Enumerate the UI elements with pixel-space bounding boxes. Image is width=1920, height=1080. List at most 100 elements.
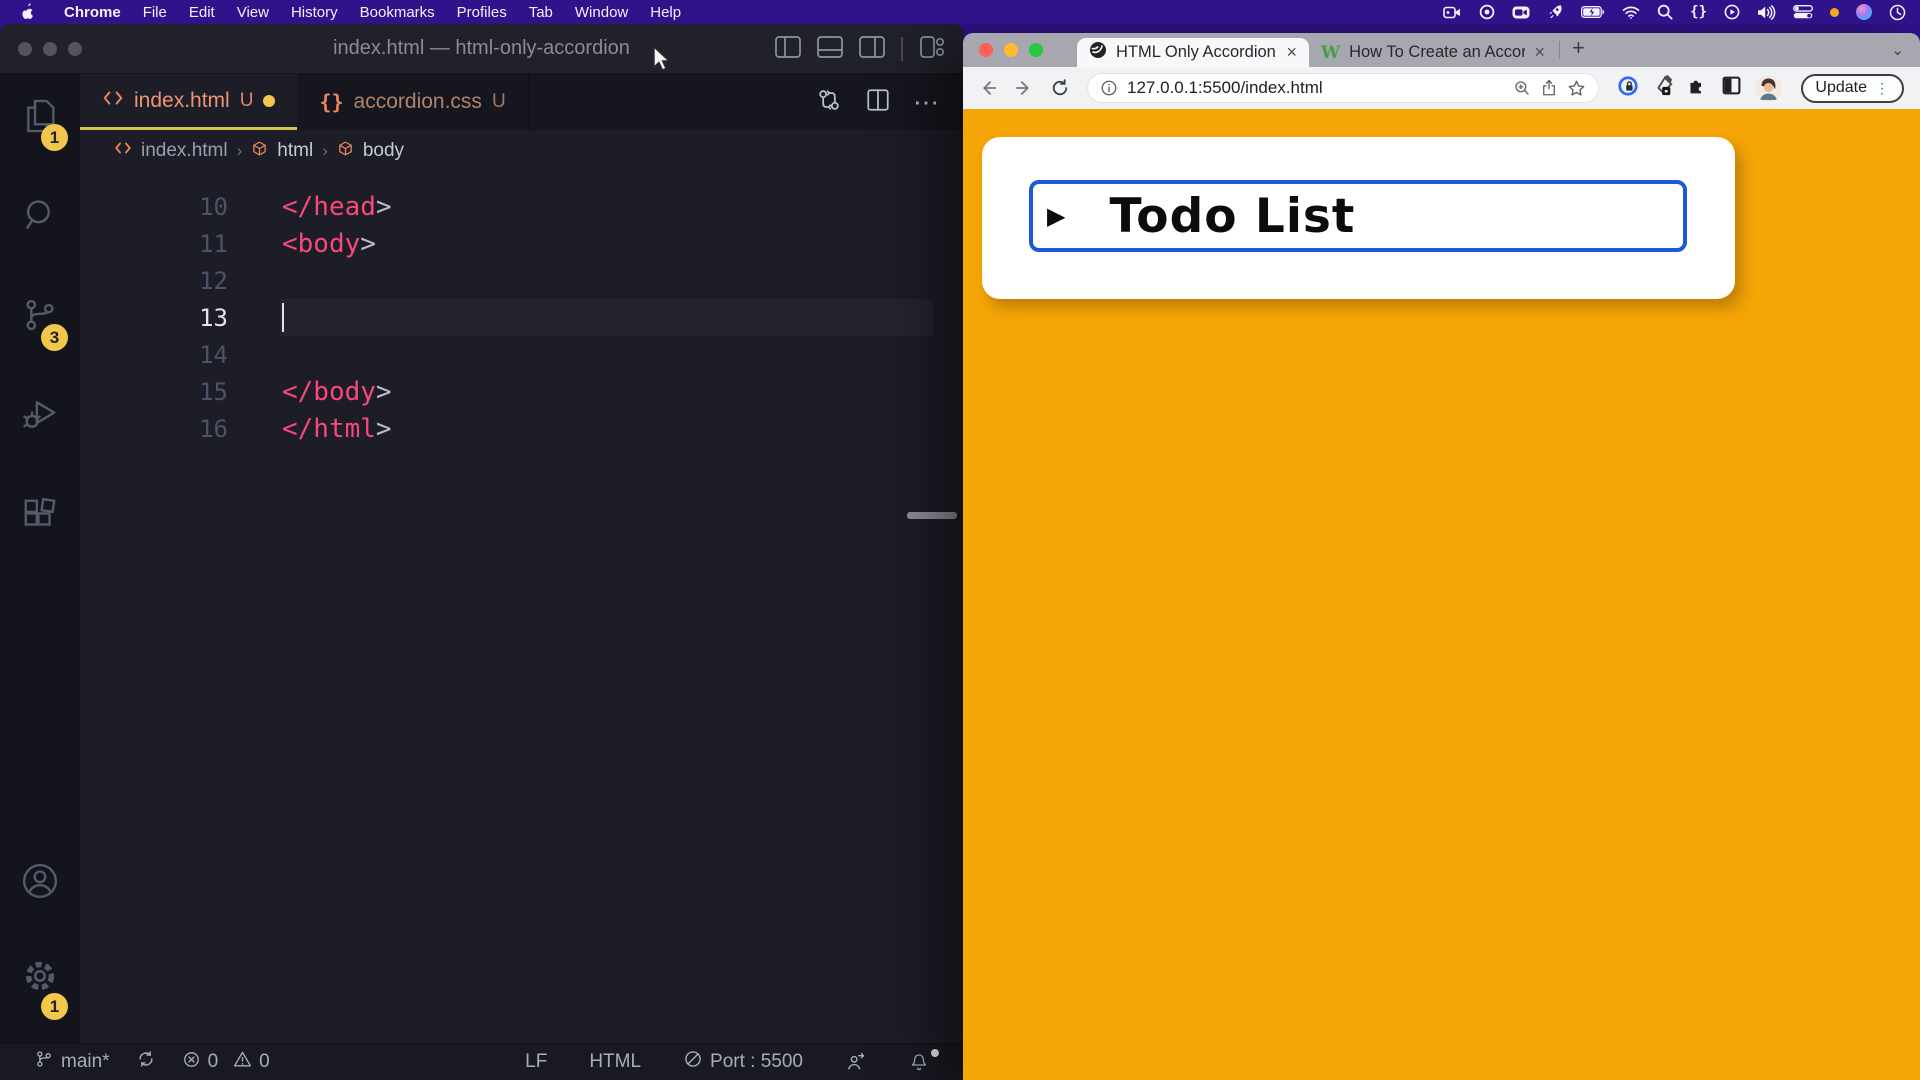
sash-handle[interactable] — [907, 512, 957, 519]
menu-chrome[interactable]: Chrome — [53, 4, 132, 21]
eol-indicator[interactable]: LF — [517, 1051, 555, 1073]
close-tab-icon[interactable]: × — [1534, 42, 1545, 63]
profile-avatar[interactable] — [1755, 75, 1782, 102]
dark-reader-icon[interactable] — [1721, 75, 1742, 101]
new-tab-button[interactable]: + — [1572, 35, 1585, 61]
toggle-secondary-sidebar-icon[interactable] — [859, 35, 885, 64]
braces-menu-icon[interactable]: {} — [1690, 4, 1707, 20]
extensions-puzzle-icon[interactable] — [1687, 75, 1708, 101]
unsaved-dot[interactable] — [263, 95, 275, 107]
vscode-titlebar[interactable]: index.html — html-only-accordion — [0, 24, 963, 74]
page-favicon — [1089, 41, 1107, 64]
accordion-title[interactable]: Todo List — [1109, 189, 1355, 244]
language-mode[interactable]: HTML — [581, 1051, 649, 1073]
notifications-bell-icon[interactable] — [901, 1052, 937, 1073]
play-circle-icon[interactable] — [1724, 4, 1740, 20]
menu-profiles[interactable]: Profiles — [446, 4, 518, 21]
settings-gear-icon[interactable]: 1 — [0, 957, 80, 1043]
breadcrumb-file[interactable]: index.html — [141, 140, 228, 162]
live-server-port[interactable]: Port : 5500 — [675, 1049, 811, 1075]
split-editor-icon[interactable] — [865, 87, 891, 118]
symbol-cube-icon — [337, 140, 354, 163]
back-icon[interactable] — [973, 78, 1003, 98]
menu-help[interactable]: Help — [639, 4, 692, 21]
details-marker-icon[interactable]: ▶ — [1047, 202, 1065, 230]
chrome-window: HTML Only Accordion × W How To Create an… — [963, 33, 1920, 1080]
extensions-icon[interactable] — [0, 496, 80, 596]
menu-window[interactable]: Window — [564, 4, 639, 21]
problems-item[interactable]: 0 0 — [174, 1050, 278, 1075]
editor-tabbar: index.html U {} accordion.css U ⋯ — [80, 74, 963, 130]
code-editor[interactable]: 10 </head> 11 <body> 12 13 — [80, 172, 963, 1043]
source-control-badge: 3 — [41, 324, 68, 351]
siri-icon[interactable] — [1856, 4, 1872, 20]
menu-edit[interactable]: Edit — [178, 4, 226, 21]
extensions-cluster: Update ⋮ — [1617, 74, 1904, 103]
warning-icon — [233, 1050, 252, 1075]
text-caret — [282, 303, 284, 332]
bookmark-star-icon[interactable] — [1567, 79, 1586, 98]
tab-title: How To Create an Accordion — [1349, 43, 1525, 62]
tab-index-html[interactable]: index.html U — [80, 74, 297, 130]
clock-icon[interactable] — [1889, 4, 1906, 21]
screen-record-camera-icon[interactable] — [1443, 6, 1462, 19]
privacy-extension-icon[interactable] — [1617, 75, 1639, 102]
breadcrumb[interactable]: index.html › html › body — [80, 130, 963, 172]
customize-layout-icon[interactable] — [919, 35, 945, 64]
url-bar[interactable]: 127.0.0.1:5500/index.html — [1087, 73, 1599, 103]
sync-item[interactable] — [128, 1049, 164, 1075]
code-line: 15 </body> — [80, 373, 963, 410]
url-text[interactable]: 127.0.0.1:5500/index.html — [1127, 78, 1504, 98]
menu-view[interactable]: View — [226, 4, 280, 21]
control-center-icon[interactable] — [1793, 5, 1813, 19]
accordion-card: ▶ Todo List — [982, 137, 1735, 299]
battery-icon[interactable] — [1581, 6, 1605, 18]
zoom-window-button[interactable] — [1029, 43, 1043, 57]
code-line: 11 <body> — [80, 225, 963, 262]
apple-logo-icon[interactable] — [20, 3, 35, 21]
rocket-icon[interactable] — [1547, 4, 1564, 21]
breadcrumb-html[interactable]: html — [277, 140, 313, 162]
titlebar-divider — [901, 37, 903, 61]
menu-file[interactable]: File — [132, 4, 178, 21]
tab-label: accordion.css — [354, 90, 482, 114]
source-control-icon[interactable]: 3 — [0, 296, 80, 396]
notification-dot — [931, 1049, 939, 1057]
breadcrumb-body[interactable]: body — [363, 140, 404, 162]
reload-icon[interactable] — [1045, 78, 1075, 98]
accordion-summary[interactable]: ▶ Todo List — [1029, 180, 1687, 252]
menu-tab[interactable]: Tab — [518, 4, 564, 21]
volume-icon[interactable] — [1757, 5, 1776, 20]
facetime-icon[interactable] — [1512, 6, 1530, 19]
chrome-tab-inactive[interactable]: W How To Create an Accordion × — [1309, 38, 1557, 67]
update-button[interactable]: Update ⋮ — [1801, 74, 1904, 103]
share-icon[interactable] — [1540, 79, 1558, 97]
toggle-sidebar-icon[interactable] — [775, 35, 801, 64]
minimize-window-button[interactable] — [1004, 43, 1018, 57]
forward-icon[interactable] — [1009, 78, 1039, 98]
tab-search-chevron-icon[interactable]: ⌄ — [1891, 41, 1904, 59]
toggle-panel-icon[interactable] — [817, 35, 843, 64]
explorer-icon[interactable]: 1 — [0, 96, 80, 196]
spotlight-search-icon[interactable] — [1657, 4, 1673, 20]
colorzilla-eyedropper-icon[interactable] — [1652, 75, 1674, 102]
tab-accordion-css[interactable]: {} accordion.css U — [297, 74, 528, 130]
error-icon — [182, 1050, 201, 1075]
accounts-icon[interactable] — [0, 861, 80, 957]
info-icon[interactable] — [1100, 79, 1118, 97]
feedback-person-icon[interactable] — [837, 1052, 875, 1072]
run-debug-icon[interactable] — [0, 396, 80, 496]
record-icon[interactable] — [1479, 4, 1495, 20]
circle-slash-icon — [683, 1049, 703, 1075]
close-window-button[interactable] — [979, 43, 993, 57]
search-icon[interactable] — [0, 196, 80, 296]
open-changes-icon[interactable] — [815, 86, 843, 119]
zoom-icon[interactable] — [1513, 79, 1531, 97]
menu-history[interactable]: History — [280, 4, 349, 21]
close-tab-icon[interactable]: × — [1286, 42, 1297, 63]
git-branch-item[interactable]: main* — [26, 1049, 118, 1075]
wifi-icon[interactable] — [1622, 6, 1640, 19]
chrome-tab-active[interactable]: HTML Only Accordion × — [1077, 38, 1309, 67]
menu-bookmarks[interactable]: Bookmarks — [349, 4, 446, 21]
status-bar: main* 0 0 LF HTML Port : 5500 — [0, 1043, 963, 1080]
